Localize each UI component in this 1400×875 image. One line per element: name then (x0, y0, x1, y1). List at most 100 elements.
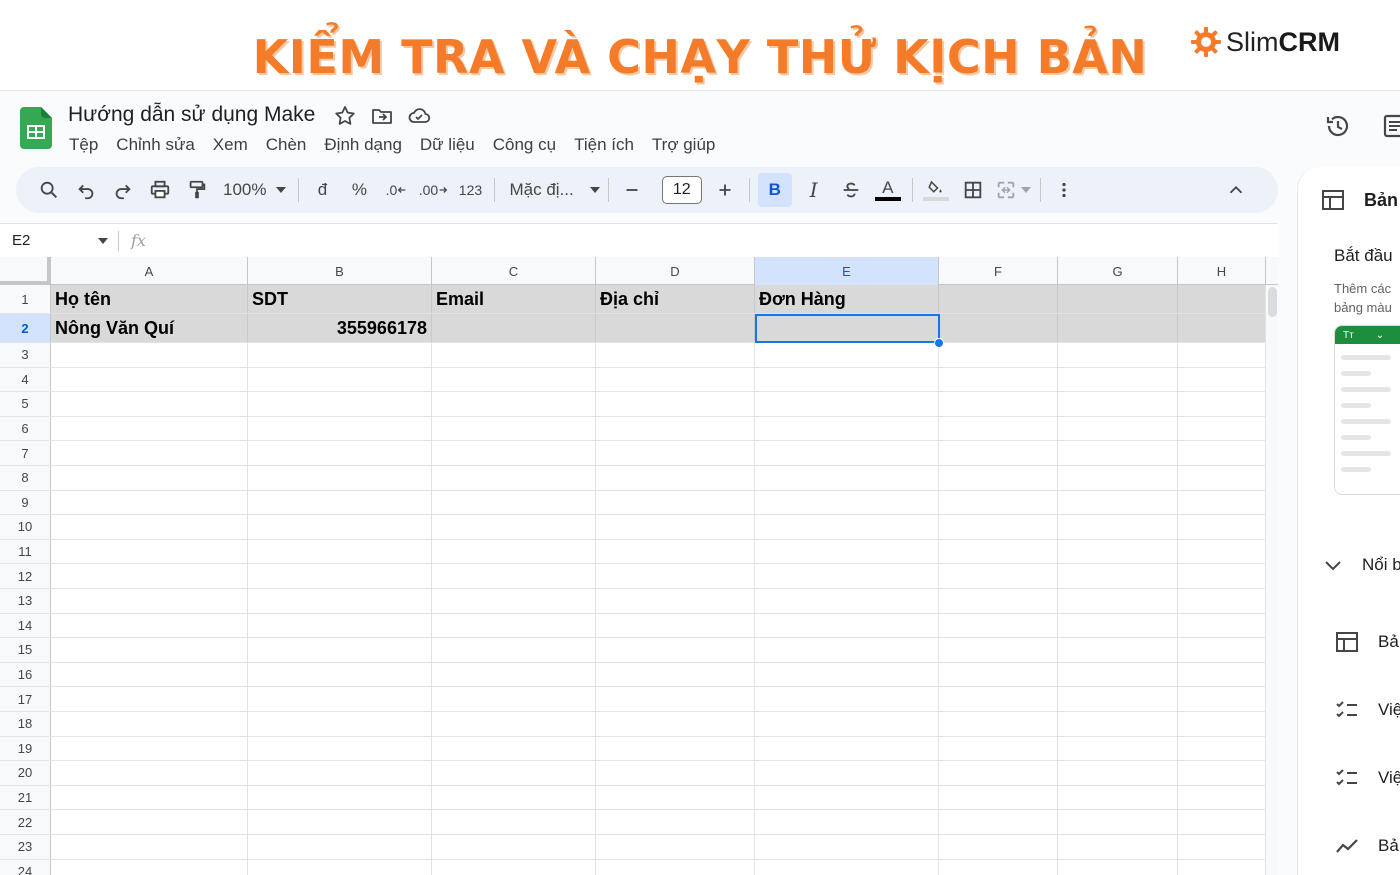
cell-f8[interactable] (939, 466, 1058, 490)
hide-menus-button[interactable] (1221, 173, 1251, 207)
cell-d7[interactable] (596, 441, 755, 465)
cell-d23[interactable] (596, 835, 755, 859)
borders-button[interactable] (958, 173, 988, 207)
cell-d17[interactable] (596, 687, 755, 711)
cell-f22[interactable] (939, 810, 1058, 834)
italic-button[interactable]: I (799, 173, 829, 207)
cell-d11[interactable] (596, 539, 755, 564)
cell-b3[interactable] (248, 343, 432, 367)
cell-f20[interactable] (939, 761, 1058, 785)
name-box[interactable]: E2 (0, 232, 118, 249)
cell-d22[interactable] (596, 810, 755, 834)
cell-e1[interactable]: Đơn Hàng (755, 285, 939, 313)
menu-data[interactable]: Dữ liệu (411, 133, 484, 157)
cell-g1[interactable] (1058, 285, 1178, 313)
scrollbar-thumb[interactable] (1268, 287, 1277, 317)
cell-a3[interactable] (51, 343, 248, 367)
cell-g24[interactable] (1058, 859, 1178, 875)
row-header[interactable]: 1 (0, 285, 51, 313)
currency-format-button[interactable]: đ (307, 173, 337, 207)
fill-handle[interactable] (934, 338, 944, 348)
cell-b9[interactable] (248, 490, 432, 515)
menu-format[interactable]: Định dạng (315, 133, 411, 157)
row-header[interactable]: 23 (0, 835, 51, 859)
cell-b24[interactable] (248, 859, 432, 875)
font-select[interactable]: Mặc đị... (503, 180, 605, 200)
decrease-decimal-button[interactable]: .0 (381, 173, 411, 207)
cell-h22[interactable] (1178, 810, 1266, 834)
cell-e12[interactable] (755, 564, 939, 588)
cell-d14[interactable] (596, 613, 755, 638)
cell-b6[interactable] (248, 416, 432, 441)
cell-g5[interactable] (1058, 392, 1178, 416)
cell-a23[interactable] (51, 835, 248, 859)
cell-d5[interactable] (596, 392, 755, 416)
cell-g21[interactable] (1058, 785, 1178, 810)
cell-h13[interactable] (1178, 589, 1266, 613)
cell-c20[interactable] (432, 761, 596, 785)
cell-e10[interactable] (755, 515, 939, 539)
row-header[interactable]: 9 (0, 490, 51, 515)
active-cell-selection[interactable] (755, 314, 940, 343)
spreadsheet-grid[interactable]: ABCDEFGH 1 Họ tên SDT Email Địa chỉ Đơn Hàng 2… (0, 257, 1278, 875)
cell-f4[interactable] (939, 367, 1058, 392)
row-header[interactable]: 10 (0, 515, 51, 539)
cell-g13[interactable] (1058, 589, 1178, 613)
cell-d3[interactable] (596, 343, 755, 367)
row-header[interactable]: 21 (0, 785, 51, 810)
row-header[interactable]: 6 (0, 416, 51, 441)
cell-e8[interactable] (755, 466, 939, 490)
comments-icon[interactable] (1381, 111, 1400, 141)
menu-file[interactable]: Tệp (60, 133, 107, 157)
cell-g15[interactable] (1058, 638, 1178, 662)
cell-a17[interactable] (51, 687, 248, 711)
cell-e16[interactable] (755, 662, 939, 687)
row-header[interactable]: 8 (0, 466, 51, 490)
cell-h11[interactable] (1178, 539, 1266, 564)
cell-c11[interactable] (432, 539, 596, 564)
cell-g9[interactable] (1058, 490, 1178, 515)
row-header[interactable]: 14 (0, 613, 51, 638)
cell-d13[interactable] (596, 589, 755, 613)
cell-d24[interactable] (596, 859, 755, 875)
row-header[interactable]: 11 (0, 539, 51, 564)
cell-c9[interactable] (432, 490, 596, 515)
cell-f14[interactable] (939, 613, 1058, 638)
row-header[interactable]: 16 (0, 662, 51, 687)
bold-button[interactable]: B (757, 173, 792, 207)
cell-a13[interactable] (51, 589, 248, 613)
cell-h14[interactable] (1178, 613, 1266, 638)
cell-e22[interactable] (755, 810, 939, 834)
cell-a1[interactable]: Họ tên (51, 285, 248, 313)
cell-b23[interactable] (248, 835, 432, 859)
cell-a14[interactable] (51, 613, 248, 638)
cell-e9[interactable] (755, 490, 939, 515)
cell-e11[interactable] (755, 539, 939, 564)
cell-d9[interactable] (596, 490, 755, 515)
cell-f6[interactable] (939, 416, 1058, 441)
cell-a15[interactable] (51, 638, 248, 662)
cell-f11[interactable] (939, 539, 1058, 564)
cell-a20[interactable] (51, 761, 248, 785)
increase-font-size-button[interactable] (710, 173, 740, 207)
cell-c12[interactable] (432, 564, 596, 588)
cell-h18[interactable] (1178, 712, 1266, 736)
percent-format-button[interactable]: % (344, 173, 374, 207)
cell-d1[interactable]: Địa chỉ (596, 285, 755, 313)
cell-b22[interactable] (248, 810, 432, 834)
row-header[interactable]: 3 (0, 343, 51, 367)
cell-f21[interactable] (939, 785, 1058, 810)
cell-b17[interactable] (248, 687, 432, 711)
fill-color-button[interactable] (921, 173, 951, 207)
cell-b11[interactable] (248, 539, 432, 564)
side-panel-section-toggle[interactable]: Nổi b (1322, 554, 1400, 576)
cell-c17[interactable] (432, 687, 596, 711)
cell-a7[interactable] (51, 441, 248, 465)
undo-button[interactable] (71, 173, 101, 207)
row-header[interactable]: 22 (0, 810, 51, 834)
star-icon[interactable] (333, 104, 357, 128)
cell-h23[interactable] (1178, 835, 1266, 859)
cell-h7[interactable] (1178, 441, 1266, 465)
cell-c15[interactable] (432, 638, 596, 662)
cell-d15[interactable] (596, 638, 755, 662)
